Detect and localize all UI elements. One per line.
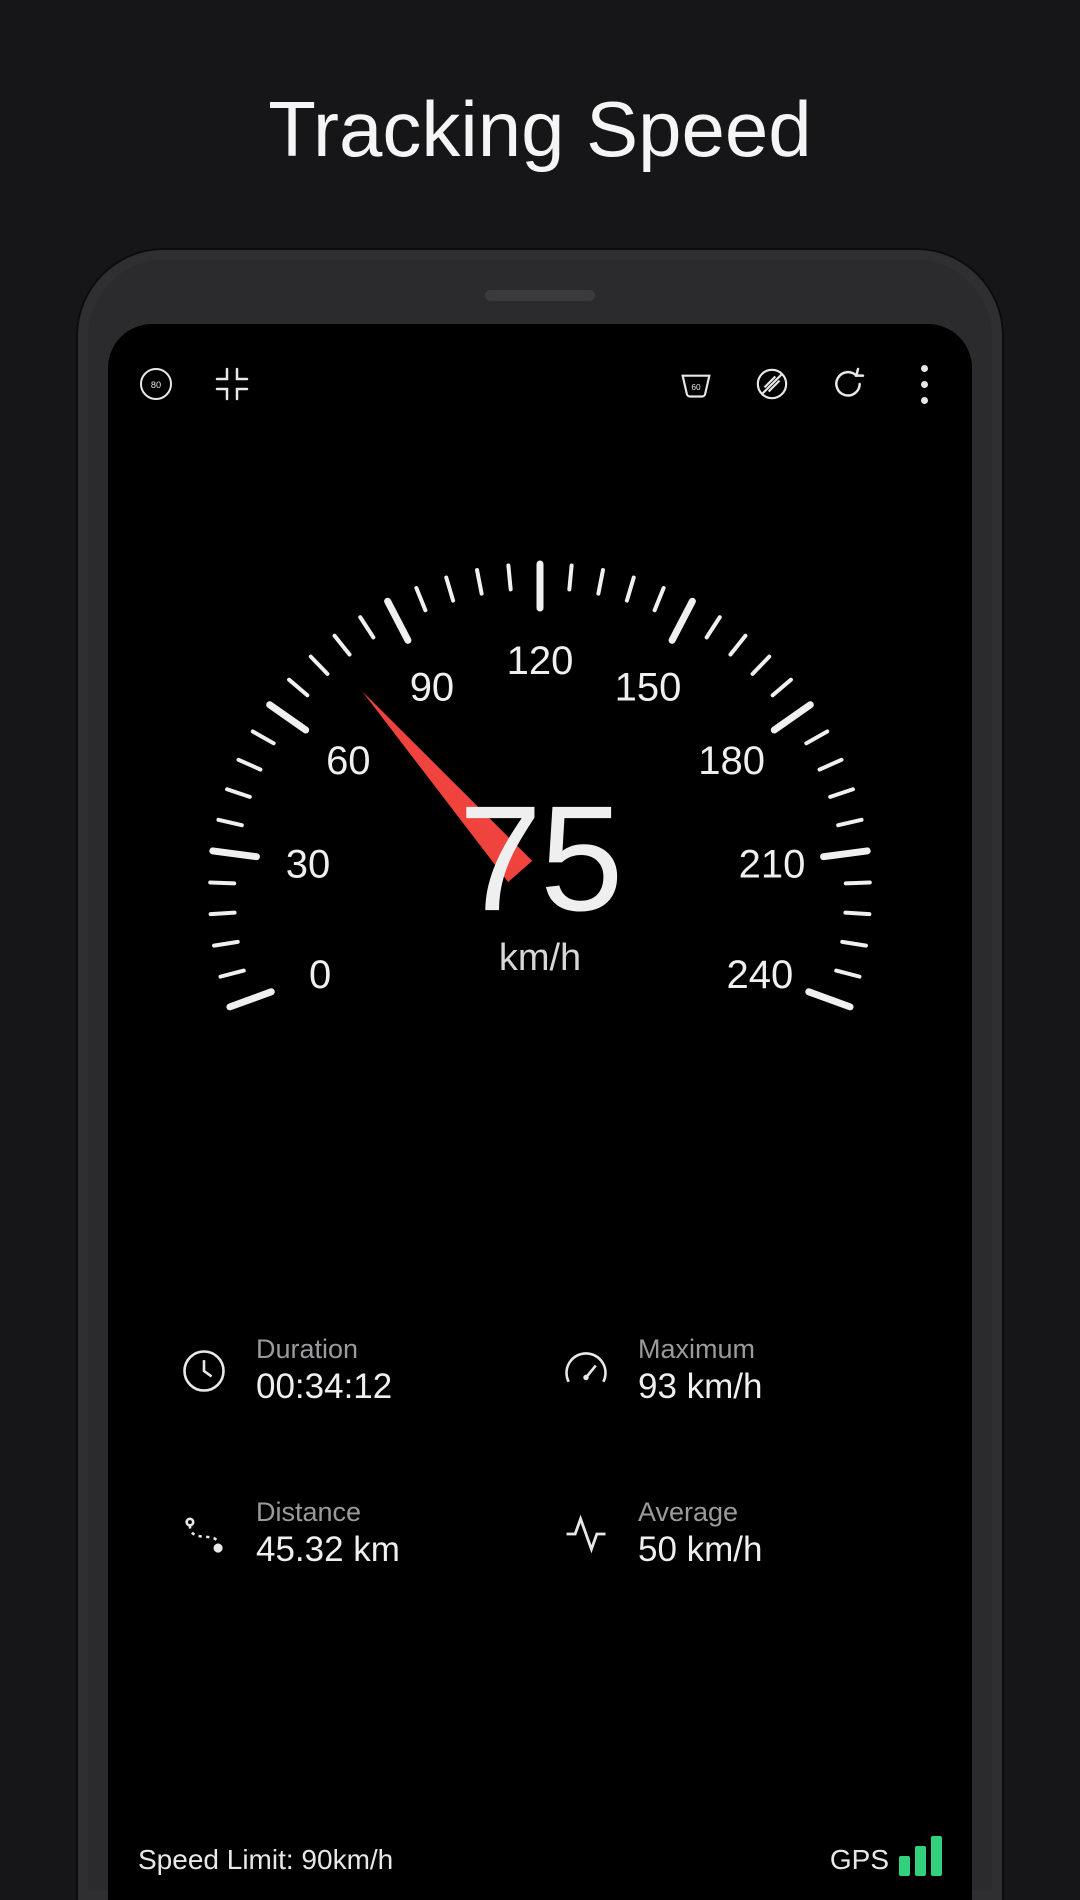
speedometer-gauge: 0 30 60 90 120 150 180 210 240 75 km/h [180,494,900,1214]
svg-text:180: 180 [698,739,765,783]
svg-text:120: 120 [507,639,574,683]
gps-status: GPS [830,1836,942,1876]
svg-text:150: 150 [615,665,682,709]
stat-value: 00:34:12 [256,1367,392,1407]
more-options-button[interactable] [900,360,948,408]
reset-button[interactable] [824,360,872,408]
stat-value: 50 km/h [638,1530,763,1570]
speed-limit-label: Speed Limit: 90km/h [138,1844,393,1876]
stat-distance: Distance 45.32 km [178,1497,520,1570]
gps-label: GPS [830,1844,889,1876]
speed-readout: 75 km/h [459,783,622,980]
stat-label: Maximum [638,1334,763,1365]
svg-text:90: 90 [410,665,455,709]
page-title: Tracking Speed [0,0,1080,175]
svg-text:60: 60 [691,382,701,392]
wave-icon [560,1508,612,1560]
hud-mode-button[interactable]: 60 [672,360,720,408]
stat-duration: Duration 00:34:12 [178,1334,520,1407]
app-toolbar: 80 60 [108,360,972,408]
svg-text:240: 240 [727,953,794,997]
gauge-icon [560,1345,612,1397]
phone-frame: 80 60 [78,250,1002,1900]
route-icon [178,1508,230,1560]
phone-screen: 80 60 [108,324,972,1900]
svg-text:0: 0 [309,953,331,997]
clock-icon [178,1345,230,1397]
stat-label: Distance [256,1497,400,1528]
svg-text:30: 30 [286,842,331,886]
stat-maximum: Maximum 93 km/h [560,1334,902,1407]
speed-value: 75 [459,783,622,933]
svg-text:210: 210 [739,842,806,886]
svg-text:60: 60 [326,739,371,783]
theme-toggle-button[interactable] [748,360,796,408]
speed-limit-button[interactable]: 80 [132,360,180,408]
phone-speaker-grille [485,290,595,301]
gps-signal-bars-icon [899,1836,942,1876]
stat-value: 93 km/h [638,1367,763,1407]
exit-fullscreen-button[interactable] [208,360,256,408]
stat-label: Duration [256,1334,392,1365]
stat-label: Average [638,1497,763,1528]
stat-average: Average 50 km/h [560,1497,902,1570]
stat-value: 45.32 km [256,1530,400,1570]
svg-text:80: 80 [151,380,161,390]
app-footer: Speed Limit: 90km/h GPS [138,1836,942,1876]
stats-grid: Duration 00:34:12 Maximum 93 km/h [178,1334,902,1570]
speed-unit: km/h [459,937,622,980]
